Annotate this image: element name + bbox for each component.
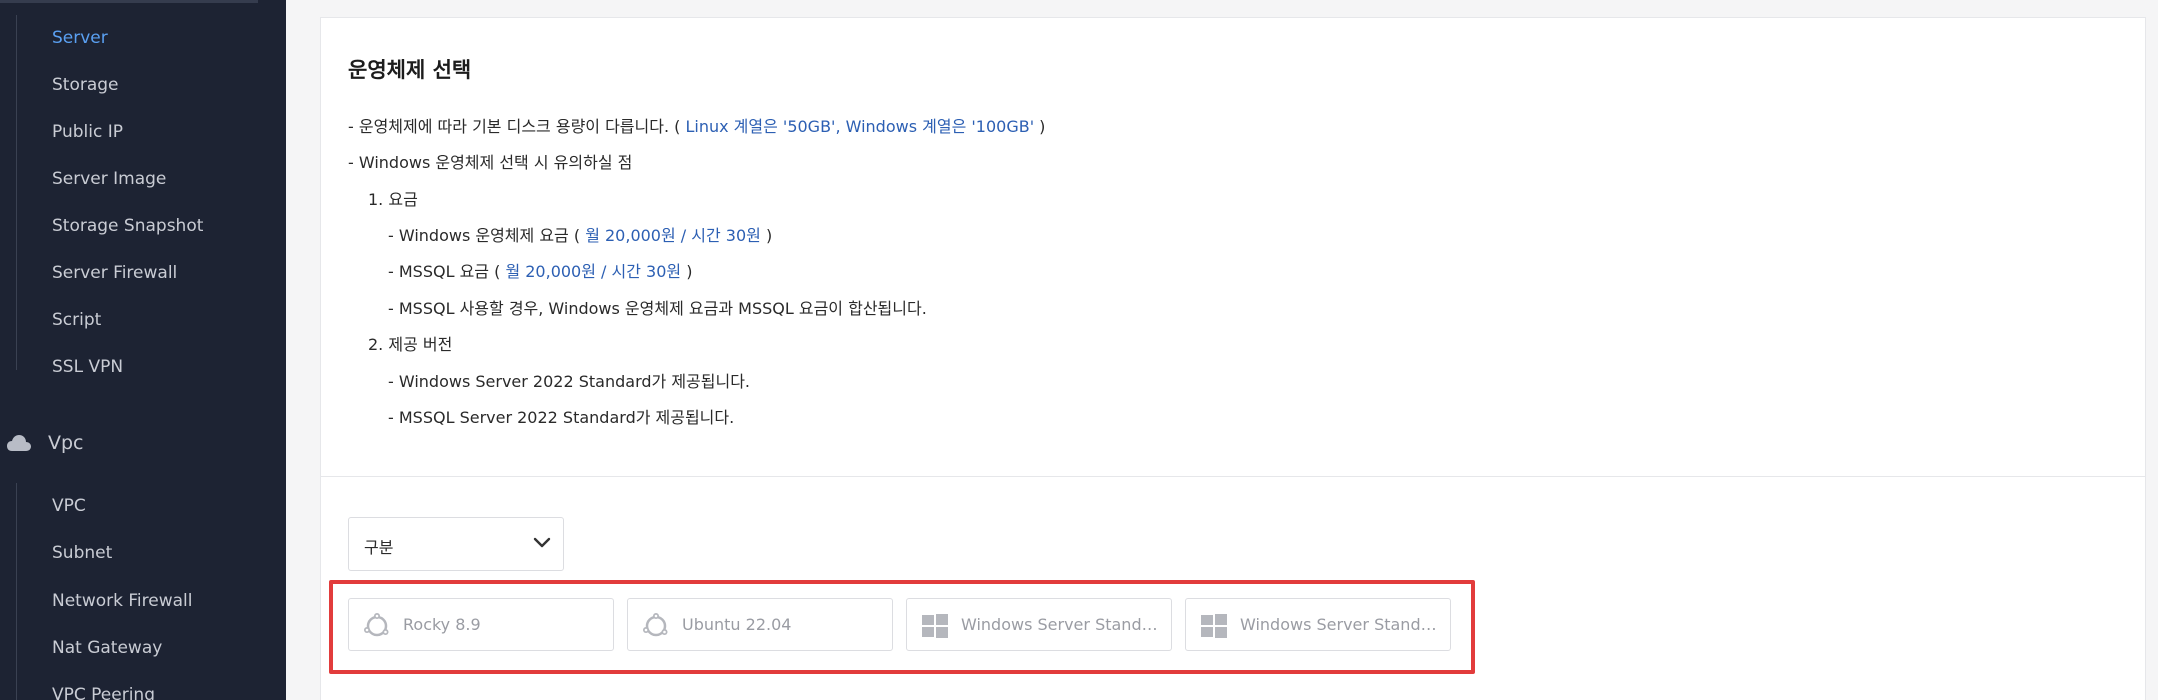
windows-caution-note: - Windows 운영체제 선택 시 유의하실 점 — [348, 153, 633, 172]
os-category-select[interactable]: 구분 — [348, 517, 564, 571]
sidebar-vpc-group: VPC Subnet Network Firewall Nat Gateway … — [0, 483, 286, 700]
os-selection-panel: 운영체제 선택 - 운영체제에 따라 기본 디스크 용량이 다릅니다. ( Li… — [320, 17, 2146, 700]
os-option-label: Windows Server Stand… — [961, 615, 1157, 634]
note-text: ) — [681, 262, 693, 281]
os-option-label: Windows Server Stand… — [1240, 615, 1436, 634]
sidebar-section-vpc[interactable]: Vpc — [0, 420, 286, 470]
sidebar-top-divider — [0, 0, 258, 3]
note-highlight: 월 20,000원 / 시간 30원 — [585, 226, 761, 245]
sidebar-item-subnet[interactable]: Subnet — [52, 530, 112, 577]
windows-icon — [922, 614, 948, 638]
cloud-icon — [7, 435, 31, 451]
windows-icon — [1201, 614, 1227, 638]
os-option-windows-server-2[interactable]: Windows Server Stand… — [1185, 598, 1451, 651]
sidebar-item-vpc[interactable]: VPC — [52, 483, 86, 530]
note-highlight: 월 20,000원 / 시간 30원 — [505, 262, 682, 281]
os-option-ubuntu[interactable]: Ubuntu 22.04 — [627, 598, 893, 651]
combined-fee-note: - MSSQL 사용할 경우, Windows 운영체제 요금과 MSSQL 요… — [388, 299, 927, 318]
note-text: - MSSQL 요금 ( — [388, 262, 506, 281]
tree-line — [16, 15, 17, 370]
sidebar-compute-group: Server Storage Public IP Server Image St… — [0, 15, 286, 377]
sidebar-item-storage[interactable]: Storage — [52, 62, 119, 109]
sidebar-item-script[interactable]: Script — [52, 297, 101, 344]
windows-fee-note: - Windows 운영체제 요금 ( 월 20,000원 / 시간 30원 ) — [388, 222, 772, 246]
linux-os-icon — [364, 613, 389, 637]
sidebar-item-server-firewall[interactable]: Server Firewall — [52, 250, 177, 297]
disk-capacity-note: - 운영체제에 따라 기본 디스크 용량이 다릅니다. ( Linux 계열은 … — [348, 113, 1045, 137]
linux-os-icon — [643, 613, 668, 637]
mssql-fee-note: - MSSQL 요금 ( 월 20,000원 / 시간 30원 ) — [388, 258, 692, 282]
section-divider — [321, 476, 2145, 477]
sidebar-item-server[interactable]: Server — [52, 15, 108, 62]
select-value: 구분 — [364, 538, 394, 557]
chevron-down-icon — [533, 537, 551, 548]
sidebar-item-public-ip[interactable]: Public IP — [52, 109, 123, 156]
sidebar-item-ssl-vpn[interactable]: SSL VPN — [52, 344, 123, 391]
sidebar: Server Storage Public IP Server Image St… — [0, 0, 286, 700]
sidebar-section-label: Vpc — [48, 432, 84, 454]
note-text: - 운영체제에 따라 기본 디스크 용량이 다릅니다. ( — [348, 117, 686, 136]
sidebar-item-server-image[interactable]: Server Image — [52, 156, 166, 203]
note-text: ) — [1034, 117, 1046, 136]
windows-version-note: - Windows Server 2022 Standard가 제공됩니다. — [388, 372, 751, 391]
sidebar-item-nat-gateway[interactable]: Nat Gateway — [52, 625, 162, 672]
note-text: - Windows 운영체제 요금 ( — [388, 226, 586, 245]
os-option-windows-server-1[interactable]: Windows Server Stand… — [906, 598, 1172, 651]
sidebar-item-storage-snapshot[interactable]: Storage Snapshot — [52, 203, 203, 250]
os-option-rocky[interactable]: Rocky 8.9 — [348, 598, 614, 651]
os-option-label: Ubuntu 22.04 — [682, 615, 792, 634]
sidebar-item-vpc-peering[interactable]: VPC Peering — [52, 672, 155, 700]
fee-heading: 1. 요금 — [368, 190, 418, 209]
mssql-version-note: - MSSQL Server 2022 Standard가 제공됩니다. — [388, 408, 735, 427]
sidebar-item-network-firewall[interactable]: Network Firewall — [52, 578, 193, 625]
version-heading: 2. 제공 버전 — [368, 335, 453, 354]
note-text: ) — [760, 226, 773, 245]
os-option-label: Rocky 8.9 — [403, 615, 481, 634]
note-highlight: Linux 계열은 '50GB', Windows 계열은 '100GB' — [685, 117, 1035, 136]
section-title: 운영체제 선택 — [348, 58, 472, 82]
tree-line — [16, 483, 17, 700]
